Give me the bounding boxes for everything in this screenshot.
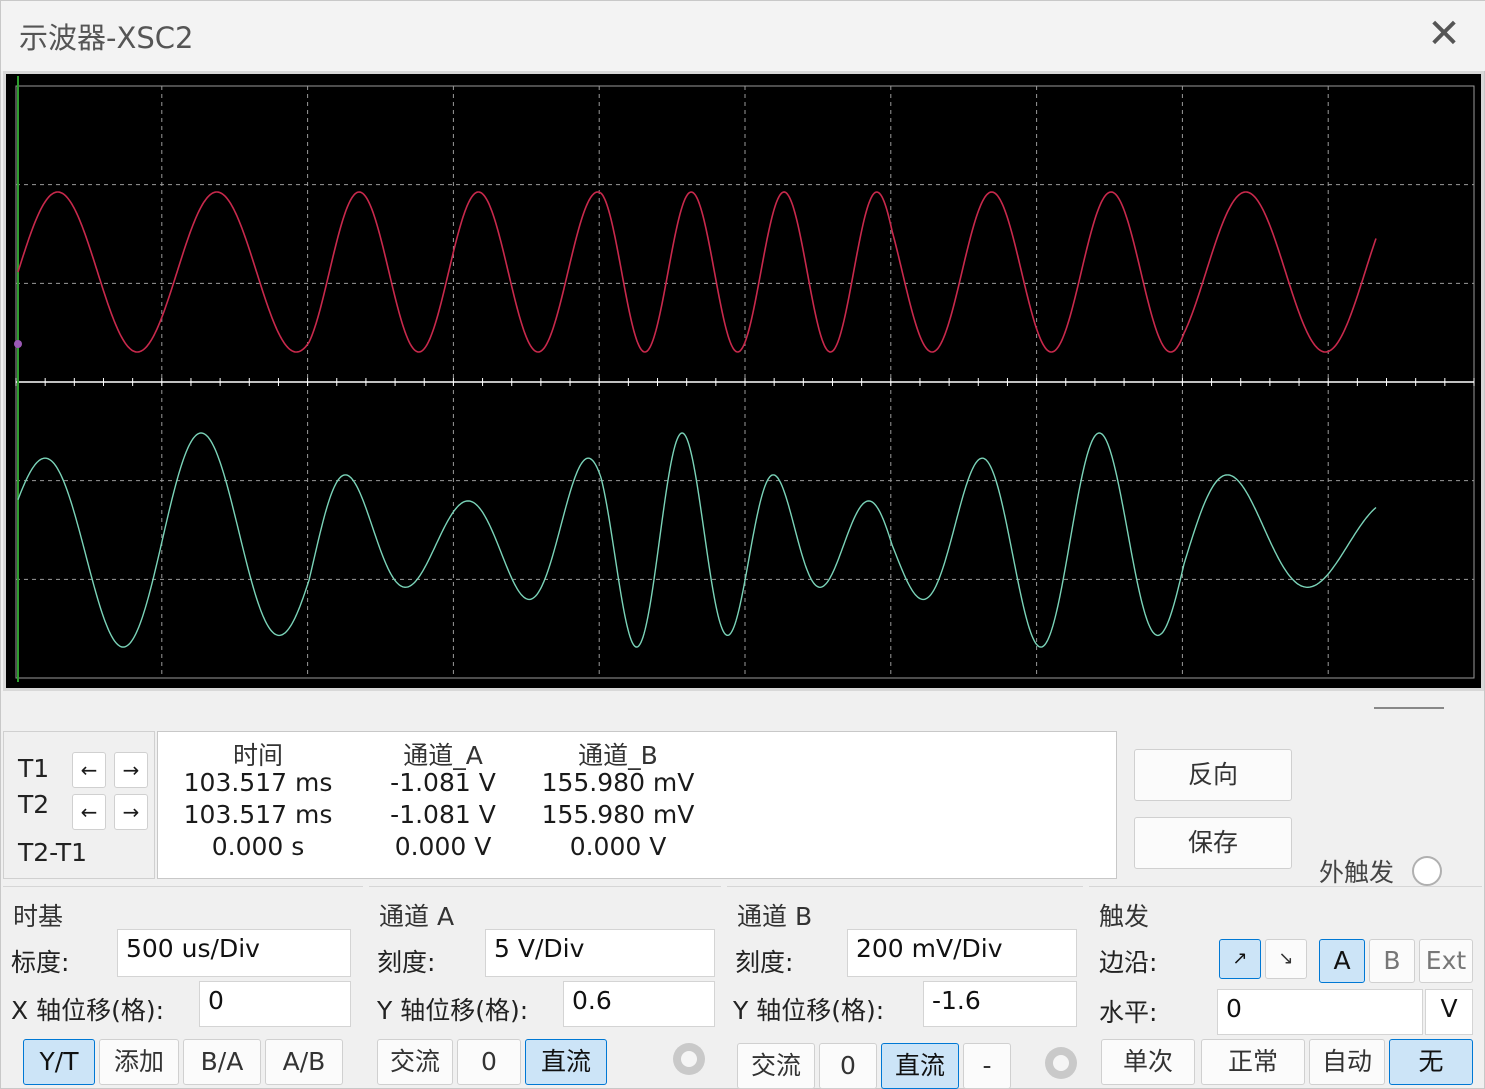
readout-t2-time: 103.517 ms [183,800,333,829]
channel-a-dc-button[interactable]: 直流 [525,1039,607,1085]
channel-b-zero-button[interactable]: 0 [819,1043,877,1089]
channel-a-trace [17,191,1377,353]
channel-b-ac-button[interactable]: 交流 [737,1043,815,1089]
channel-a-group: 通道 A 刻度: 5 V/Div Y 轴位移(格): 0.6 交流 0 直流 [369,886,721,1086]
channel-a-zero-button[interactable]: 0 [457,1039,521,1085]
mode-add-button[interactable]: 添加 [99,1039,179,1085]
trigger-source-a-button[interactable]: A [1319,939,1365,983]
channel-b-title: 通道 B [737,902,813,931]
readout-diff-b: 0.000 V [569,832,667,861]
rising-edge-icon[interactable]: ↗ [1219,939,1261,979]
timebase-xpos-field[interactable]: 0 [199,981,351,1027]
channel-a-color-icon[interactable] [673,1043,705,1075]
readout-t1-a: -1.081 V [390,768,496,797]
channel-b-minus-button[interactable]: - [963,1043,1011,1089]
trigger-normal-button[interactable]: 正常 [1201,1039,1305,1085]
waveform-plot [14,76,1475,682]
mode-yt-button[interactable]: Y/T [23,1039,95,1085]
timebase-scale-label: 标度: [11,948,70,977]
falling-edge-icon[interactable]: ↘ [1265,939,1307,979]
trigger-title: 触发 [1099,902,1150,931]
save-button[interactable]: 保存 [1134,817,1292,869]
trigger-level-field[interactable]: 0 [1217,989,1423,1035]
trigger-group: 触发 边沿: ↗ ↘ A B Ext 水平: 0 V 单次 正常 自动 无 [1089,886,1482,1086]
timebase-xpos-label: X 轴位移(格): [11,996,165,1025]
timebase-group: 时基 标度: 500 us/Div X 轴位移(格): 0 Y/T 添加 B/A… [3,886,363,1086]
t2-right-arrow-icon[interactable]: → [114,794,148,830]
trigger-source-b-button[interactable]: B [1369,939,1415,983]
readout-t1-b: 155.980 mV [541,768,695,797]
trigger-level-marker [14,340,22,348]
channel-b-group: 通道 B 刻度: 200 mV/Div Y 轴位移(格): -1.6 交流 0 … [727,886,1083,1089]
channel-a-ypos-label: Y 轴位移(格): [377,996,529,1025]
cursor-panel: T1 ← → T2 ← → T2-T1 [3,731,155,879]
oscilloscope-screen [3,71,1484,691]
readout-diff-a: 0.000 V [394,832,492,861]
channel-a-scale-field[interactable]: 5 V/Div [485,929,715,977]
channel-a-title: 通道 A [379,902,455,931]
readout-diff-time: 0.000 s [211,832,305,861]
trigger-single-button[interactable]: 单次 [1101,1039,1195,1085]
t1-left-arrow-icon[interactable]: ← [72,752,106,788]
ext-trigger-label: 外触发 [1319,858,1395,887]
t1-right-arrow-icon[interactable]: → [114,752,148,788]
channel-b-dc-button[interactable]: 直流 [881,1043,959,1089]
t2-left-arrow-icon[interactable]: ← [72,794,106,830]
trigger-level-unit[interactable]: V [1425,989,1473,1035]
channel-b-trace [17,432,1377,648]
readout-header-channel-a: 通道_A [403,741,483,770]
trigger-auto-button[interactable]: 自动 [1309,1039,1385,1085]
channel-b-ypos-label: Y 轴位移(格): [733,996,885,1025]
cursor-readout: 时间 通道_A 通道_B 103.517 ms -1.081 V 155.980… [157,731,1117,879]
readout-t2-a: -1.081 V [390,800,496,829]
channel-b-scale-label: 刻度: [735,948,794,977]
reverse-button[interactable]: 反向 [1134,749,1292,801]
t2-t1-label: T2-T1 [18,838,88,867]
trigger-level-label: 水平: [1099,998,1158,1027]
trigger-none-button[interactable]: 无 [1389,1039,1473,1085]
timebase-scale-field[interactable]: 500 us/Div [117,929,351,977]
channel-b-color-icon[interactable] [1045,1047,1077,1079]
t2-label: T2 [18,790,50,819]
oscilloscope-window: 示波器-XSC2 ✕ T1 ← → T2 ← → T2-T1 时间 通道_A 通… [0,0,1485,1089]
readout-header-time: 时间 [232,741,283,770]
channel-a-ypos-field[interactable]: 0.6 [563,981,715,1027]
readout-header-channel-b: 通道_B [578,741,658,770]
readout-t1-time: 103.517 ms [183,768,333,797]
trigger-edge-label: 边沿: [1099,948,1158,977]
channel-a-ac-button[interactable]: 交流 [377,1039,453,1085]
trigger-source-ext-button[interactable]: Ext [1419,939,1473,983]
timebase-title: 时基 [13,902,64,931]
ext-trigger-radio[interactable] [1412,856,1442,886]
t1-label: T1 [18,754,50,783]
channel-a-scale-label: 刻度: [377,948,436,977]
readout-t2-b: 155.980 mV [541,800,695,829]
close-icon[interactable]: ✕ [1419,11,1469,57]
channel-b-ypos-field[interactable]: -1.6 [923,981,1077,1027]
mode-ab-button[interactable]: A/B [265,1039,343,1085]
channel-b-scale-field[interactable]: 200 mV/Div [847,929,1077,977]
resize-grip[interactable] [1374,707,1444,709]
title-bar: 示波器-XSC2 ✕ [1,1,1485,71]
mode-ba-button[interactable]: B/A [183,1039,261,1085]
window-title: 示波器-XSC2 [19,21,194,55]
